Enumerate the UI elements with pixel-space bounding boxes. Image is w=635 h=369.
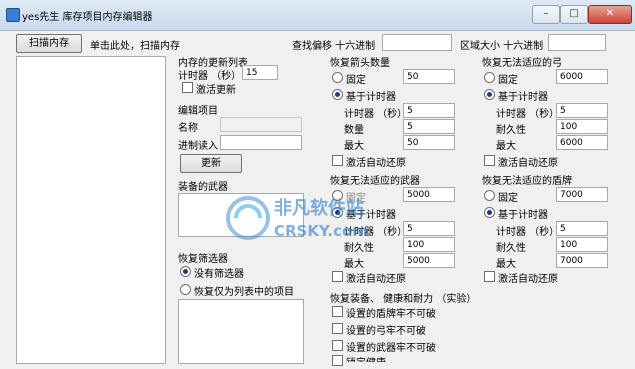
arrows-timer-based-label: 基于计时器 (346, 92, 396, 103)
arrows-qty-input[interactable]: 5 (403, 119, 455, 134)
unbreakable-shield-checkbox[interactable] (332, 306, 343, 320)
shield-auto-checkbox[interactable] (484, 271, 495, 285)
activate-update-checkbox[interactable] (182, 82, 193, 96)
bow-timer-radio[interactable] (484, 89, 495, 103)
shield-timer-label: 计时器 （秒） (496, 227, 560, 238)
shield-auto-label: 激活自动还原 (498, 274, 558, 285)
weapon-auto-label: 激活自动还原 (346, 274, 406, 285)
app-icon (6, 8, 20, 22)
watermark-logo: 非凡软件站 CRSKY.com (226, 196, 368, 240)
filter-title: 恢复筛选器 (178, 254, 228, 265)
activate-update-label: 激活更新 (196, 85, 236, 96)
shield-fixed-label: 固定 (498, 193, 518, 204)
unbreakable-shield-label: 设置的盾牌牢不可破 (346, 309, 436, 320)
update-timer-label: 计时器 （秒） (178, 71, 242, 82)
arrows-timer-label: 计时器 （秒） (344, 109, 408, 120)
weapon-max-input[interactable]: 5000 (403, 253, 455, 268)
name-label: 名称 (178, 123, 198, 134)
shield-max-label: 最大 (496, 259, 516, 270)
bow-fixed-input[interactable]: 6000 (556, 69, 608, 84)
bow-auto-label: 激活自动还原 (498, 158, 558, 169)
shield-max-input[interactable]: 7000 (556, 253, 608, 268)
shield-fixed-input[interactable]: 7000 (556, 187, 608, 202)
shield-timer-input[interactable]: 5 (556, 221, 608, 236)
shield-durability-label: 耐久性 (496, 243, 526, 254)
arrows-qty-label: 数量 (344, 125, 364, 136)
region-size-input[interactable] (548, 34, 606, 51)
arrows-timer-radio[interactable] (332, 89, 343, 103)
update-button[interactable]: 更新 (180, 154, 242, 173)
close-button[interactable]: ✕ (588, 5, 632, 24)
maximize-button[interactable]: □ (560, 5, 588, 24)
arrows-timer-input[interactable]: 5 (403, 103, 455, 118)
arrows-fixed-label: 固定 (346, 75, 366, 86)
bow-durability-input[interactable]: 100 (556, 119, 608, 134)
bow-title: 恢复无法适应的弓 (482, 58, 562, 69)
shield-fixed-radio[interactable] (484, 190, 495, 204)
unbreakable-bow-label: 设置的弓牢不可破 (346, 326, 426, 337)
name-input[interactable] (220, 117, 302, 132)
region-size-label: 区域大小 十六进制 (460, 41, 544, 52)
equipped-title: 装备的武器 (178, 182, 228, 193)
bow-fixed-radio[interactable] (484, 72, 495, 86)
weapon-auto-checkbox[interactable] (332, 271, 343, 285)
bow-timer-label: 计时器 （秒） (496, 109, 560, 120)
lock-health-label: 锁定健康 (346, 354, 386, 362)
weapon-max-label: 最大 (344, 259, 364, 270)
bow-auto-checkbox[interactable] (484, 155, 495, 169)
unbreakable-weapon-label: 设置的武器牢不可破 (346, 343, 436, 354)
arrows-auto-label: 激活自动还原 (346, 158, 406, 169)
restore-title: 恢复装备、 健康和耐力 （实验） (330, 294, 477, 305)
list-filter-radio[interactable] (180, 284, 191, 298)
unbreakable-weapon-checkbox[interactable] (332, 340, 343, 354)
filter-list[interactable] (178, 299, 304, 364)
arrows-title: 恢复箭头数量 (330, 58, 390, 69)
minimize-button[interactable]: – (532, 5, 560, 24)
window-title: yes先生 库存项目内存编辑器 (22, 12, 153, 23)
watermark-site: CRSKY.com (274, 222, 368, 240)
item-list[interactable] (16, 56, 166, 364)
shield-timer-radio[interactable] (484, 207, 495, 221)
no-filter-label: 没有筛选器 (194, 269, 244, 280)
unbreakable-bow-checkbox[interactable] (332, 323, 343, 337)
shield-title: 恢复无法适应的盾牌 (482, 176, 572, 187)
arrows-fixed-radio[interactable] (332, 72, 343, 86)
shield-timer-based-label: 基于计时器 (498, 210, 548, 221)
update-timer-input[interactable]: 15 (242, 65, 278, 80)
arrows-max-label: 最大 (344, 141, 364, 152)
watermark-title: 非凡软件站 (274, 197, 364, 219)
scan-hint: 单击此处，扫描内存 (90, 41, 180, 52)
arrows-fixed-input[interactable]: 50 (403, 69, 455, 84)
hex-read-input[interactable] (220, 135, 302, 150)
bow-fixed-label: 固定 (498, 75, 518, 86)
search-offset-input[interactable] (382, 34, 452, 51)
hex-read-label: 进制读入 (178, 141, 218, 152)
shield-durability-input[interactable]: 100 (556, 237, 608, 252)
bow-timer-based-label: 基于计时器 (498, 92, 548, 103)
bow-durability-label: 耐久性 (496, 125, 526, 136)
bow-timer-input[interactable]: 5 (556, 103, 608, 118)
bow-max-input[interactable]: 6000 (556, 135, 608, 150)
arrows-auto-checkbox[interactable] (332, 155, 343, 169)
weapon-title: 恢复无法适应的武器 (330, 176, 420, 187)
list-filter-label: 恢复仅为列表中的项目 (194, 287, 294, 298)
edit-item-title: 编辑项目 (178, 106, 218, 117)
search-offset-label: 查找偏移 十六进制 (292, 41, 376, 52)
bow-max-label: 最大 (496, 141, 516, 152)
arrows-max-input[interactable]: 50 (403, 135, 455, 150)
scan-memory-button[interactable]: 扫描内存 (16, 34, 82, 53)
lock-health-checkbox[interactable] (332, 355, 343, 369)
no-filter-radio[interactable] (180, 266, 191, 280)
